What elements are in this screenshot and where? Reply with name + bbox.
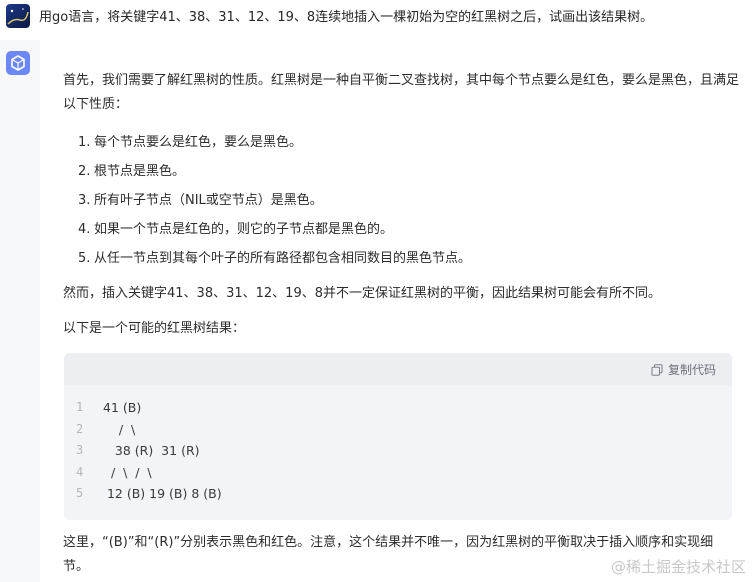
list-item: 2. 根节点是黑色。 <box>78 164 186 179</box>
watermark: @稀土掘金技术社区 <box>610 558 746 576</box>
line-content: / \ <box>103 421 136 437</box>
line-number: 2 <box>76 421 84 436</box>
assistant-avatar <box>6 51 30 75</box>
list-item: 1. 每个节点要么是红色，要么是黑色。 <box>78 135 303 150</box>
line-number: 3 <box>76 443 84 457</box>
line-content: 12 (B) 19 (B) 8 (B) <box>103 486 222 501</box>
line-content: 38 (R) 31 (R) <box>103 443 200 458</box>
line-content: 41 (B) <box>103 400 142 415</box>
copy-code-label: 复制代码 <box>667 363 716 377</box>
code-line: 3 38 (R) 31 (R) <box>64 440 732 462</box>
line-number: 4 <box>76 464 84 479</box>
assistant-response-card: 首先，我们需要了解红黑树的性质。红黑树是一种自平衡二叉查找树，其中每个节点要么是… <box>40 40 754 582</box>
copy-icon <box>651 363 663 376</box>
list-item: 3. 所有叶子节点（NIL或空节点）是黑色。 <box>78 193 323 208</box>
line-number: 1 <box>76 400 84 414</box>
assistant-message-area: 首先，我们需要了解红黑树的性质。红黑树是一种自平衡二叉查找树，其中每个节点要么是… <box>0 40 754 582</box>
code-line: 4 / \ / \ <box>64 462 732 484</box>
cube-logo-icon <box>11 55 25 71</box>
response-lead-in: 以下是一个可能的红黑树结果： <box>63 321 246 336</box>
code-line: 1 41 (B) <box>64 397 732 419</box>
line-content: / \ / \ <box>103 464 152 480</box>
properties-list: 1. 每个节点要么是红色，要么是黑色。 2. 根节点是黑色。 3. 所有叶子节点（NI… <box>78 128 471 273</box>
response-however: 然而，插入关键字41、38、31、12、19、8并不一定保证红黑树的平衡，因此结… <box>63 286 661 301</box>
code-lines: 1 41 (B) 2 / \ 3 38 (R) 31 (R) 4 / \ / \ … <box>64 397 732 505</box>
user-avatar <box>6 4 30 28</box>
user-question: 用go语言，将关键字41、38、31、12、19、8连续地插入一棵初始为空的红黑… <box>39 10 654 25</box>
line-number: 5 <box>76 486 84 500</box>
list-item: 5. 从任一节点到其每个叶子的所有路径都包含相同数目的黑色节点。 <box>78 251 472 266</box>
user-message-row: 用go语言，将关键字41、38、31、12、19、8连续地插入一棵初始为空的红黑… <box>0 0 754 40</box>
code-line: 2 / \ <box>64 419 732 441</box>
code-block: 复制代码 1 41 (B) 2 / \ 3 38 (R) 31 (R) 4 / \… <box>64 353 732 520</box>
code-line: 5 12 (B) 19 (B) 8 (B) <box>64 483 732 505</box>
copy-code-button[interactable]: 复制代码 <box>651 361 716 378</box>
list-item: 4. 如果一个节点是红色的，则它的子节点都是黑色的。 <box>78 222 394 237</box>
code-block-header: 复制代码 <box>64 353 732 385</box>
response-intro: 首先，我们需要了解红黑树的性质。红黑树是一种自平衡二叉查找树，其中每个节点要么是… <box>63 73 740 112</box>
